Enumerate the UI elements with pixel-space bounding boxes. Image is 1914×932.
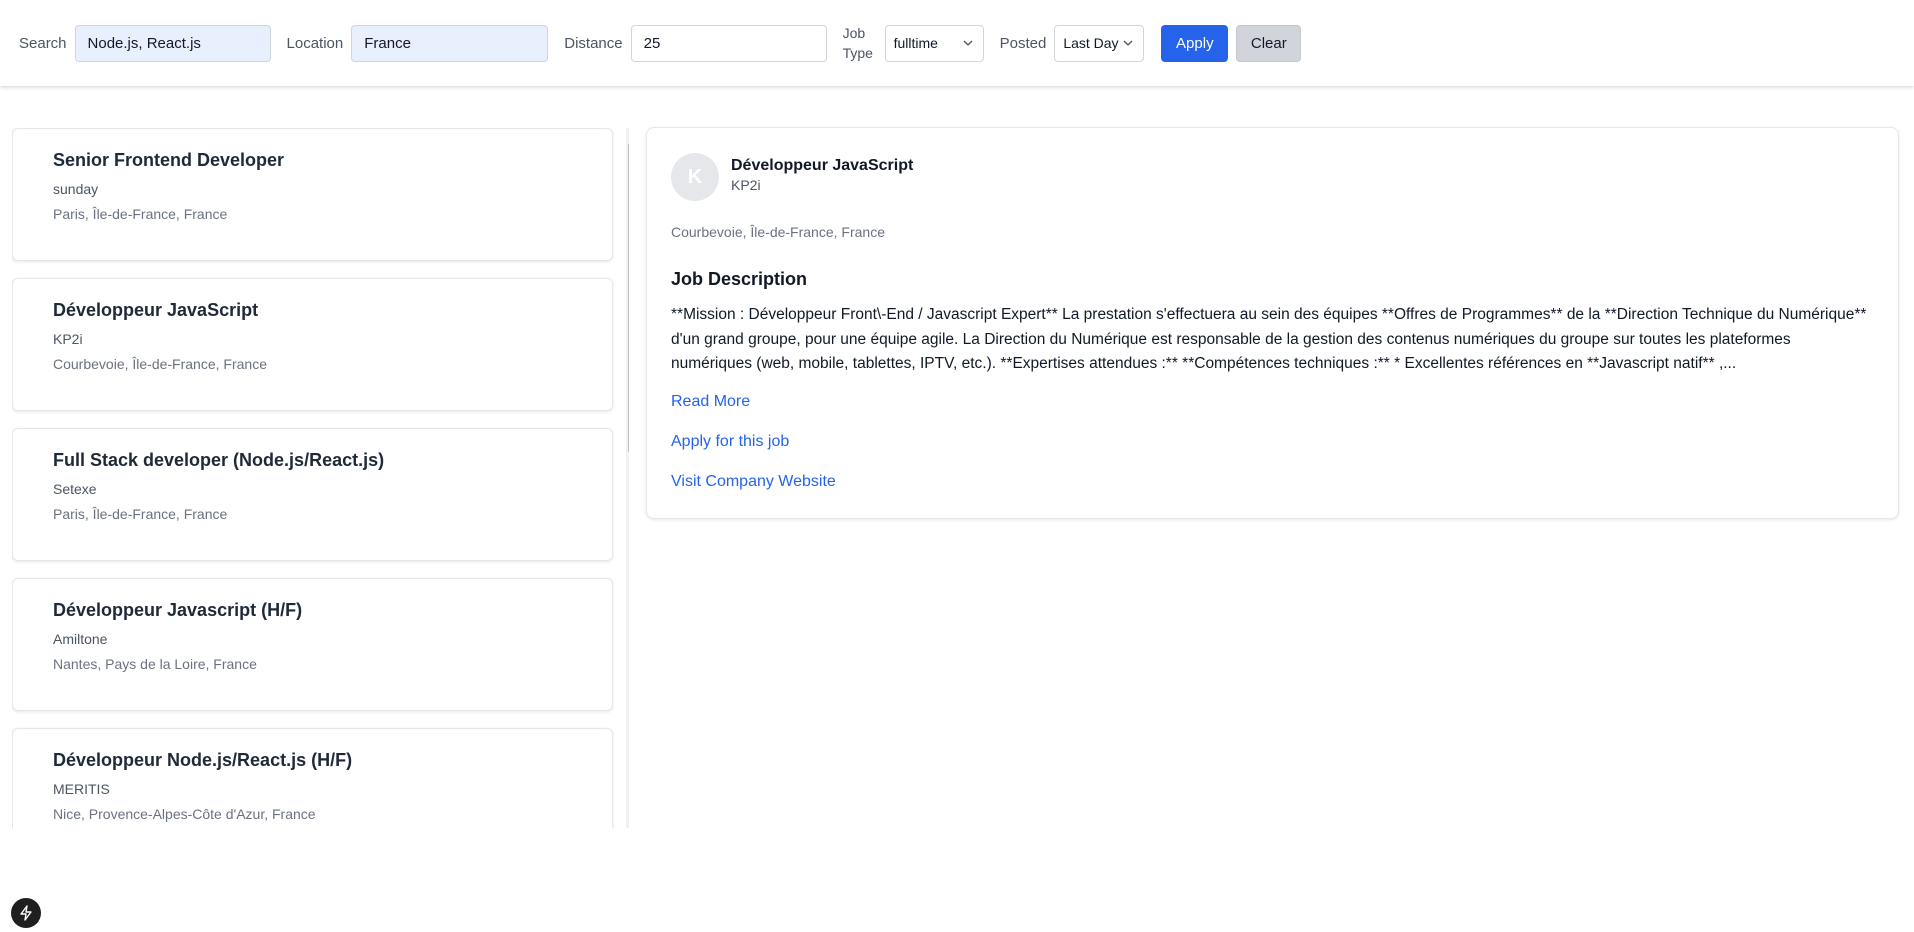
chevron-down-icon <box>1123 40 1133 46</box>
job-card[interactable]: Développeur Node.js/React.js (H/F) MERIT… <box>12 728 613 828</box>
job-card[interactable]: Senior Frontend Developer sunday Paris, … <box>12 128 613 261</box>
bolt-badge[interactable] <box>11 898 41 928</box>
clear-button[interactable]: Clear <box>1236 24 1302 62</box>
job-type-label-line1: Job <box>842 25 866 41</box>
job-location: Courbevoie, Île-de-France, France <box>53 356 267 372</box>
job-title: Senior Frontend Developer <box>53 150 285 170</box>
detail-location: Courbevoie, Île-de-France, France <box>671 224 885 240</box>
search-input[interactable]: Node.js, React.js <box>74 24 271 62</box>
search-input-value: Node.js, React.js <box>87 34 201 52</box>
job-company: sunday <box>53 181 99 197</box>
job-type-select[interactable]: fulltime <box>884 24 984 62</box>
job-location: Nantes, Pays de la Loire, France <box>53 656 257 672</box>
job-list: Senior Frontend Developer sunday Paris, … <box>12 128 629 828</box>
job-type-label: Job Type <box>843 23 877 63</box>
location-input[interactable]: France <box>351 24 549 62</box>
job-location: Nice, Provence-Alpes-Côte d'Azur, France <box>53 806 316 822</box>
chevron-down-icon <box>963 40 973 46</box>
search-label: Search <box>19 34 67 52</box>
job-company: MERITIS <box>53 781 110 797</box>
location-input-value: France <box>364 34 411 52</box>
job-detail-panel: K Développeur JavaScript KP2i Courbevoie… <box>646 127 1899 519</box>
job-company: Setexe <box>53 481 97 497</box>
posted-select[interactable]: Last Day <box>1054 24 1145 62</box>
job-type-select-value: fulltime <box>893 35 938 51</box>
job-company: KP2i <box>53 331 83 347</box>
read-more-link[interactable]: Read More <box>671 393 750 411</box>
company-website-link[interactable]: Visit Company Website <box>671 473 836 491</box>
job-location: Paris, Île-de-France, France <box>53 506 228 522</box>
job-company: Amiltone <box>53 631 108 647</box>
detail-job-title: Développeur JavaScript <box>731 157 914 174</box>
job-description-text: **Mission : Développeur Front\-End / Jav… <box>671 306 1867 372</box>
detail-company: KP2i <box>731 177 761 193</box>
job-title: Full Stack developer (Node.js/React.js) <box>53 450 385 470</box>
bolt-icon <box>20 905 32 921</box>
job-card[interactable]: Full Stack developer (Node.js/React.js) … <box>12 428 613 561</box>
job-title: Développeur JavaScript <box>53 300 259 320</box>
company-avatar: K <box>671 153 719 201</box>
job-card[interactable]: Développeur Javascript (H/F) Amiltone Na… <box>12 578 613 711</box>
job-title: Développeur Node.js/React.js (H/F) <box>53 750 353 770</box>
job-description-heading: Job Description <box>671 269 808 289</box>
scroll-thumb[interactable] <box>628 144 629 452</box>
filter-bar: Search Node.js, React.js Location France… <box>0 0 1914 86</box>
apply-for-job-link[interactable]: Apply for this job <box>671 433 789 451</box>
apply-button[interactable]: Apply <box>1161 24 1229 62</box>
job-card[interactable]: Développeur JavaScript KP2i Courbevoie, … <box>12 278 613 411</box>
job-type-label-line2: Type <box>842 45 873 61</box>
job-title: Développeur Javascript (H/F) <box>53 600 303 620</box>
list-scrollbar[interactable] <box>626 128 629 828</box>
posted-label: Posted <box>999 34 1047 52</box>
posted-select-value: Last Day <box>1063 35 1119 51</box>
distance-input-value: 25 <box>643 34 661 52</box>
distance-input[interactable]: 25 <box>630 24 827 62</box>
location-label: Location <box>286 34 344 52</box>
distance-label: Distance <box>564 34 623 52</box>
job-location: Paris, Île-de-France, France <box>53 206 228 222</box>
